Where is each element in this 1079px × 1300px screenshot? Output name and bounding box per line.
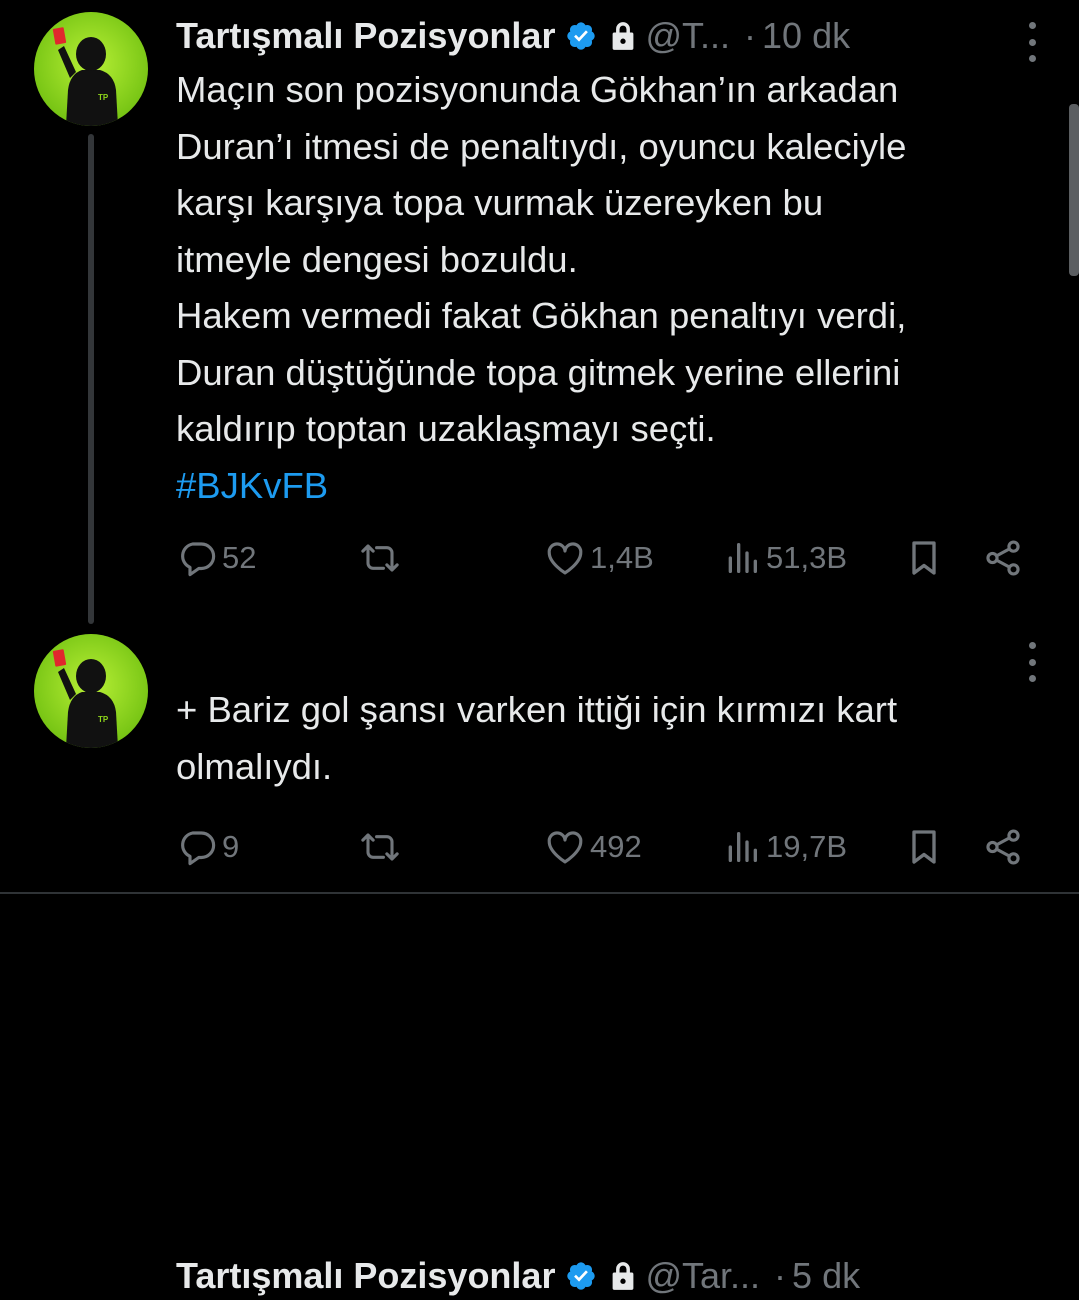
more-icon[interactable]	[1027, 22, 1037, 62]
avatar-referee-icon: TP	[34, 634, 148, 748]
divider	[0, 892, 1079, 894]
svg-text:TP: TP	[98, 715, 109, 724]
hashtag-link[interactable]: #BJKvFB	[176, 465, 328, 506]
like-count: 1,4B	[590, 540, 654, 575]
share-button[interactable]	[982, 533, 1024, 583]
views-count: 19,7B	[766, 829, 848, 864]
views-icon	[722, 537, 762, 579]
separator-dot: ·	[744, 15, 757, 56]
author-name[interactable]: Tartışmalı Pozisyonlar	[176, 1255, 555, 1297]
author-name[interactable]: Tartışmalı Pozisyonlar	[176, 15, 555, 57]
lock-icon	[609, 21, 637, 51]
lock-icon	[609, 1261, 637, 1291]
tweet-header: Tartışmalı Pozisyonlar @T... · 10 dk	[176, 12, 1029, 60]
bookmark-button[interactable]	[904, 533, 944, 583]
like-button[interactable]: 492	[544, 822, 642, 872]
avatar[interactable]: TP	[34, 634, 148, 748]
bookmark-icon	[904, 536, 944, 580]
separator-dot: ·	[774, 1255, 787, 1296]
like-icon	[544, 537, 586, 579]
scrollbar[interactable]	[1069, 104, 1079, 276]
like-button[interactable]: 1,4B	[544, 533, 654, 583]
share-icon	[982, 537, 1024, 579]
tweet-header: Tartışmalı Pozisyonlar @Tar... · 5 dk	[176, 1252, 1029, 1300]
svg-text:TP: TP	[98, 93, 109, 102]
views-button[interactable]: 51,3B	[722, 533, 847, 583]
share-icon	[982, 826, 1024, 868]
views-count: 51,3B	[766, 540, 848, 575]
bookmark-icon	[904, 825, 944, 869]
timestamp[interactable]: 10 dk	[762, 15, 850, 57]
bookmark-button[interactable]	[904, 822, 944, 872]
verified-badge-icon	[565, 20, 597, 52]
retweet-button[interactable]	[356, 533, 408, 583]
views-icon	[722, 826, 762, 868]
like-count: 492	[590, 829, 642, 864]
tweet-text: Maçın son pozisyonunda Gökhan’ın arkadan…	[176, 62, 1056, 514]
reply-icon	[176, 826, 218, 868]
tweet-body: Maçın son pozisyonunda Gökhan’ın arkadan…	[176, 69, 907, 449]
author-handle[interactable]: @T...	[645, 15, 730, 57]
reply-button[interactable]: 52	[176, 533, 256, 583]
retweet-button[interactable]	[356, 822, 408, 872]
avatar[interactable]: TP	[34, 12, 148, 126]
reply-button[interactable]: 9	[176, 822, 239, 872]
action-bar: 52 1,4B 51,3B	[176, 533, 1036, 583]
avatar-referee-icon: TP	[34, 12, 148, 126]
share-button[interactable]	[982, 822, 1024, 872]
retweet-icon	[356, 826, 404, 868]
timestamp[interactable]: 5 dk	[792, 1255, 860, 1297]
reply-icon	[176, 537, 218, 579]
reply-count: 52	[222, 540, 257, 575]
tweet[interactable]: TP Tartışmalı Pozisyonlar @T... · 10 dk …	[0, 0, 1079, 624]
verified-badge-icon	[565, 1260, 597, 1292]
tweet-body: + Bariz gol şansı varken ittiği için kır…	[176, 689, 898, 787]
reply-count: 9	[222, 829, 240, 864]
retweet-icon	[356, 537, 404, 579]
tweet-text: + Bariz gol şansı varken ittiği için kır…	[176, 682, 1056, 795]
tweet[interactable]: TP Tartışmalı Pozisyonlar @Tar... · 5 dk…	[0, 620, 1079, 1296]
author-handle[interactable]: @Tar...	[645, 1255, 760, 1297]
views-button[interactable]: 19,7B	[722, 822, 847, 872]
more-icon[interactable]	[1027, 642, 1037, 682]
thread-line	[88, 134, 94, 624]
like-icon	[544, 826, 586, 868]
action-bar: 9 492 19,7B	[176, 822, 1036, 872]
